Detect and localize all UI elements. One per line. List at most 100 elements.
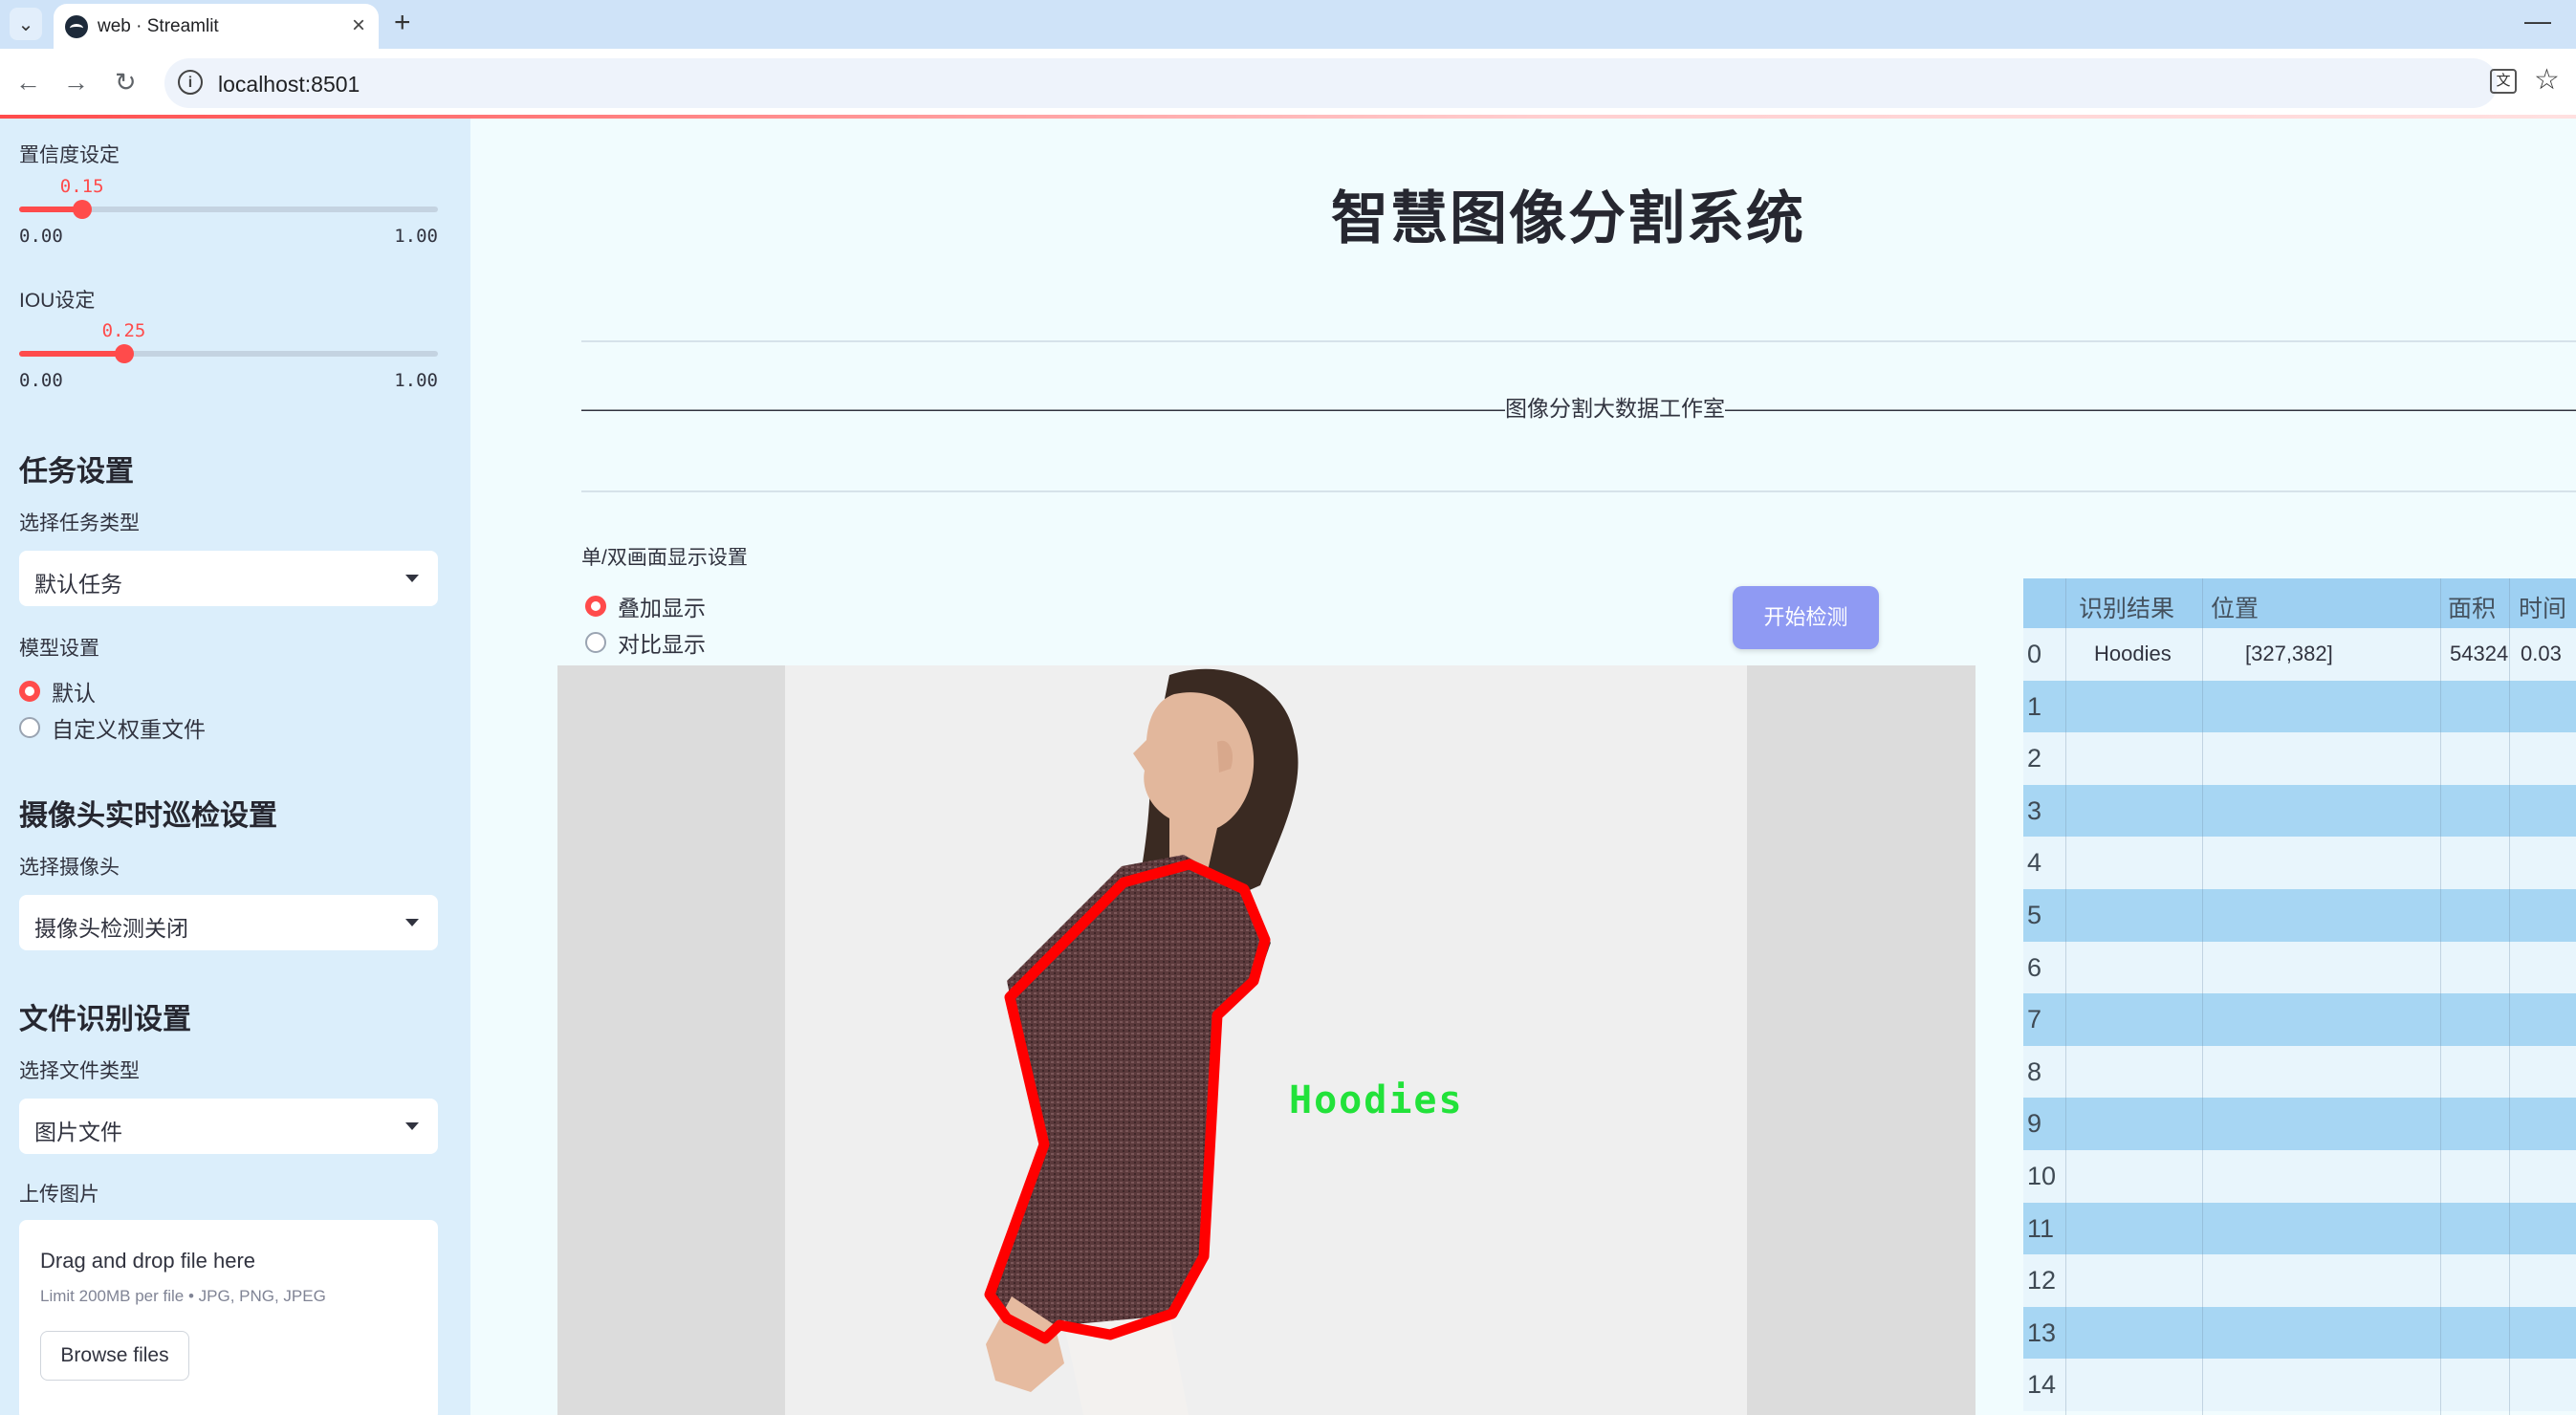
radio-icon[interactable]	[585, 632, 606, 653]
confidence-slider[interactable]: 0.15 0.00 1.00	[19, 176, 438, 247]
site-info-icon[interactable]: i	[178, 70, 203, 95]
chevron-down-icon	[405, 1122, 419, 1130]
table-row[interactable]: 6	[2023, 941, 2576, 994]
confidence-label: 置信度设定	[19, 144, 120, 166]
display-option-overlay[interactable]: 叠加显示	[585, 590, 706, 622]
cell-result: Hoodies	[2094, 642, 2172, 665]
slider-thumb[interactable]	[114, 344, 134, 363]
url-text: localhost:8501	[218, 72, 360, 97]
row-index: 12	[2027, 1266, 2057, 1295]
file-type-select[interactable]: 图片文件	[19, 1099, 438, 1154]
row-index: 11	[2027, 1213, 2055, 1243]
segmentation-overlay	[984, 668, 1299, 1415]
column-divider	[2202, 578, 2203, 1415]
slider-value: 0.25	[101, 320, 146, 341]
slider-fill	[19, 351, 124, 357]
radio-label: 对比显示	[618, 632, 706, 657]
row-index: 0	[2027, 640, 2042, 668]
iou-label: IOU设定	[19, 290, 96, 312]
divider	[581, 490, 2576, 492]
slider-value: 0.15	[59, 176, 104, 197]
row-index: 4	[2027, 848, 2042, 878]
table-row[interactable]: 2	[2023, 732, 2576, 785]
table-row[interactable]: 1	[2023, 680, 2576, 733]
radio-label: 默认	[52, 681, 96, 706]
file-type-label: 选择文件类型	[19, 1060, 140, 1082]
url-field[interactable]: i localhost:8501	[164, 58, 2498, 108]
slider-max: 1.00	[394, 370, 438, 391]
tab-list-chevron-icon[interactable]: ⌄	[10, 8, 42, 40]
bookmark-star-icon[interactable]: ☆	[2534, 63, 2560, 97]
camera-settings-heading: 摄像头实时巡检设置	[19, 800, 277, 832]
column-divider	[2440, 578, 2441, 1415]
table-row[interactable]: 0 Hoodies [327,382] 54324 0.03	[2023, 628, 2576, 681]
cell-time: 0.03	[2521, 642, 2562, 665]
iou-slider[interactable]: 0.25 0.00 1.00	[19, 320, 438, 391]
browse-files-button[interactable]: Browse files	[40, 1331, 189, 1381]
sidebar: 置信度设定 0.15 0.00 1.00 IOU设定 0.25 0.00 1.0…	[0, 119, 470, 1415]
forward-arrow-icon[interactable]: →	[63, 68, 89, 98]
streamlit-favicon-icon	[65, 15, 88, 38]
detection-label: Hoodies	[1289, 1078, 1464, 1122]
back-arrow-icon[interactable]: ←	[15, 68, 41, 98]
model-option-default[interactable]: 默认	[19, 675, 96, 708]
table-row[interactable]: 4	[2023, 837, 2576, 889]
page-title: 智慧图像分割系统	[1331, 186, 1805, 250]
slider-thumb[interactable]	[72, 200, 92, 219]
table-row[interactable]: 8	[2023, 1045, 2576, 1099]
slider-min: 0.00	[19, 226, 63, 247]
model-option-custom[interactable]: 自定义权重文件	[19, 711, 206, 744]
slider-min: 0.00	[19, 370, 63, 391]
table-row[interactable]: 7	[2023, 993, 2576, 1046]
table-row[interactable]: 12	[2023, 1254, 2576, 1307]
table-row[interactable]: 11	[2023, 1202, 2576, 1255]
file-settings-heading: 文件识别设置	[19, 1004, 191, 1035]
header-area[interactable]: 面积	[2448, 590, 2496, 624]
new-tab-icon[interactable]: +	[394, 7, 411, 39]
row-index: 8	[2027, 1056, 2042, 1086]
browser-tab[interactable]: web · Streamlit ×	[54, 4, 379, 49]
cell-area: 54324	[2450, 642, 2509, 665]
radio-selected-icon[interactable]	[19, 681, 40, 702]
table-row[interactable]: 5	[2023, 889, 2576, 942]
task-settings-heading: 任务设置	[19, 456, 134, 488]
header-result[interactable]: 识别结果	[2079, 590, 2174, 624]
slider-max: 1.00	[394, 226, 438, 247]
row-index: 1	[2027, 691, 2042, 721]
cell-position: [327,382]	[2245, 642, 2333, 665]
display-mode-label: 单/双画面显示设置	[581, 547, 748, 569]
column-divider	[2065, 578, 2066, 1415]
table-row[interactable]: 14	[2023, 1359, 2576, 1411]
reload-icon[interactable]: ↻	[115, 68, 137, 98]
translate-icon[interactable]: 文	[2490, 69, 2517, 94]
file-dropzone[interactable]: Drag and drop file here Limit 200MB per …	[19, 1220, 438, 1415]
table-header: 识别结果 位置 面积 时间	[2023, 578, 2576, 628]
file-type-value: 图片文件	[34, 1120, 122, 1144]
start-detection-button[interactable]: 开始检测	[1733, 586, 1879, 649]
header-position[interactable]: 位置	[2211, 590, 2259, 624]
table-row[interactable]: 10	[2023, 1150, 2576, 1203]
table-row[interactable]: 9	[2023, 1098, 2576, 1150]
task-type-label: 选择任务类型	[19, 512, 140, 534]
display-option-compare[interactable]: 对比显示	[585, 626, 706, 659]
result-image: Hoodies	[557, 665, 1976, 1415]
row-index: 13	[2027, 1317, 2057, 1347]
radio-selected-icon[interactable]	[585, 596, 606, 617]
address-bar-row: ← → ↻ i localhost:8501	[0, 49, 2576, 117]
task-type-select[interactable]: 默认任务	[19, 551, 438, 606]
header-time[interactable]: 时间	[2519, 590, 2566, 624]
camera-select[interactable]: 摄像头检测关闭	[19, 895, 438, 950]
row-index: 5	[2027, 901, 2042, 929]
dropzone-limit: Limit 200MB per file • JPG, PNG, JPEG	[40, 1287, 326, 1305]
table-row[interactable]: 3	[2023, 784, 2576, 838]
person-figure	[986, 668, 1299, 1415]
model-settings-label: 模型设置	[19, 638, 99, 660]
tab-title: web · Streamlit	[98, 16, 219, 36]
table-row[interactable]: 13	[2023, 1306, 2576, 1360]
radio-icon[interactable]	[19, 717, 40, 738]
radio-label: 叠加显示	[618, 596, 706, 620]
row-index: 10	[2027, 1162, 2057, 1190]
tab-close-icon[interactable]: ×	[352, 12, 365, 39]
window-minimize-icon[interactable]: —	[2524, 6, 2551, 36]
row-index: 9	[2027, 1109, 2042, 1139]
